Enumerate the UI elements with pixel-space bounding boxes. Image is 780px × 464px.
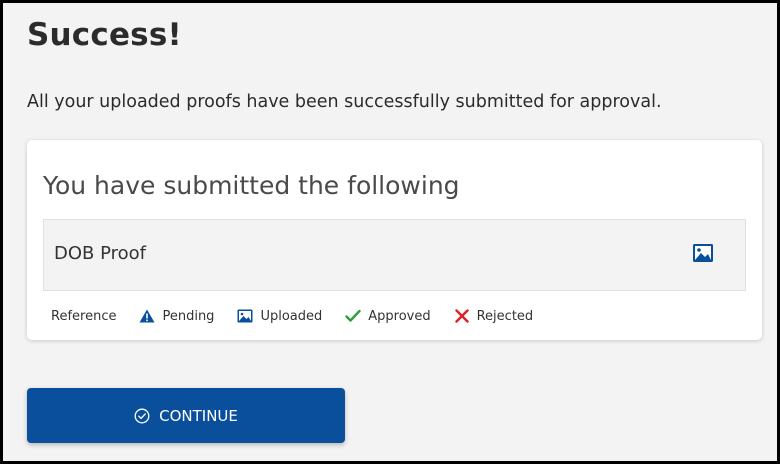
circle-check-icon — [134, 408, 150, 423]
x-icon — [454, 309, 469, 323]
proof-name: DOB Proof — [54, 243, 147, 264]
proof-row: DOB Proof — [43, 219, 746, 291]
page-title: Success! — [27, 17, 182, 53]
image-icon[interactable] — [692, 243, 714, 263]
legend-label: Pending — [162, 308, 215, 324]
page-frame: Success! All your uploaded proofs have b… — [0, 0, 780, 464]
status-legend: Reference Pending Uploaded Approved Reje… — [51, 306, 556, 326]
success-message: All your uploaded proofs have been succe… — [27, 92, 662, 112]
submitted-proofs-card: You have submitted the following DOB Pro… — [27, 140, 762, 340]
legend-label: Rejected — [476, 308, 534, 324]
legend-item-uploaded: Uploaded — [237, 309, 322, 324]
continue-button[interactable]: CONTINUE — [27, 388, 345, 443]
warning-triangle-icon — [139, 309, 155, 323]
legend-item-approved: Approved — [345, 308, 431, 324]
legend-label: Approved — [368, 308, 431, 324]
continue-button-label: CONTINUE — [159, 406, 238, 425]
legend-reference: Reference — [51, 308, 117, 324]
card-heading: You have submitted the following — [43, 171, 460, 200]
legend-item-rejected: Rejected — [454, 308, 534, 324]
checkmark-icon — [345, 309, 361, 322]
legend-label: Uploaded — [260, 308, 323, 324]
legend-item-pending: Pending — [139, 309, 214, 324]
image-icon — [237, 309, 253, 323]
